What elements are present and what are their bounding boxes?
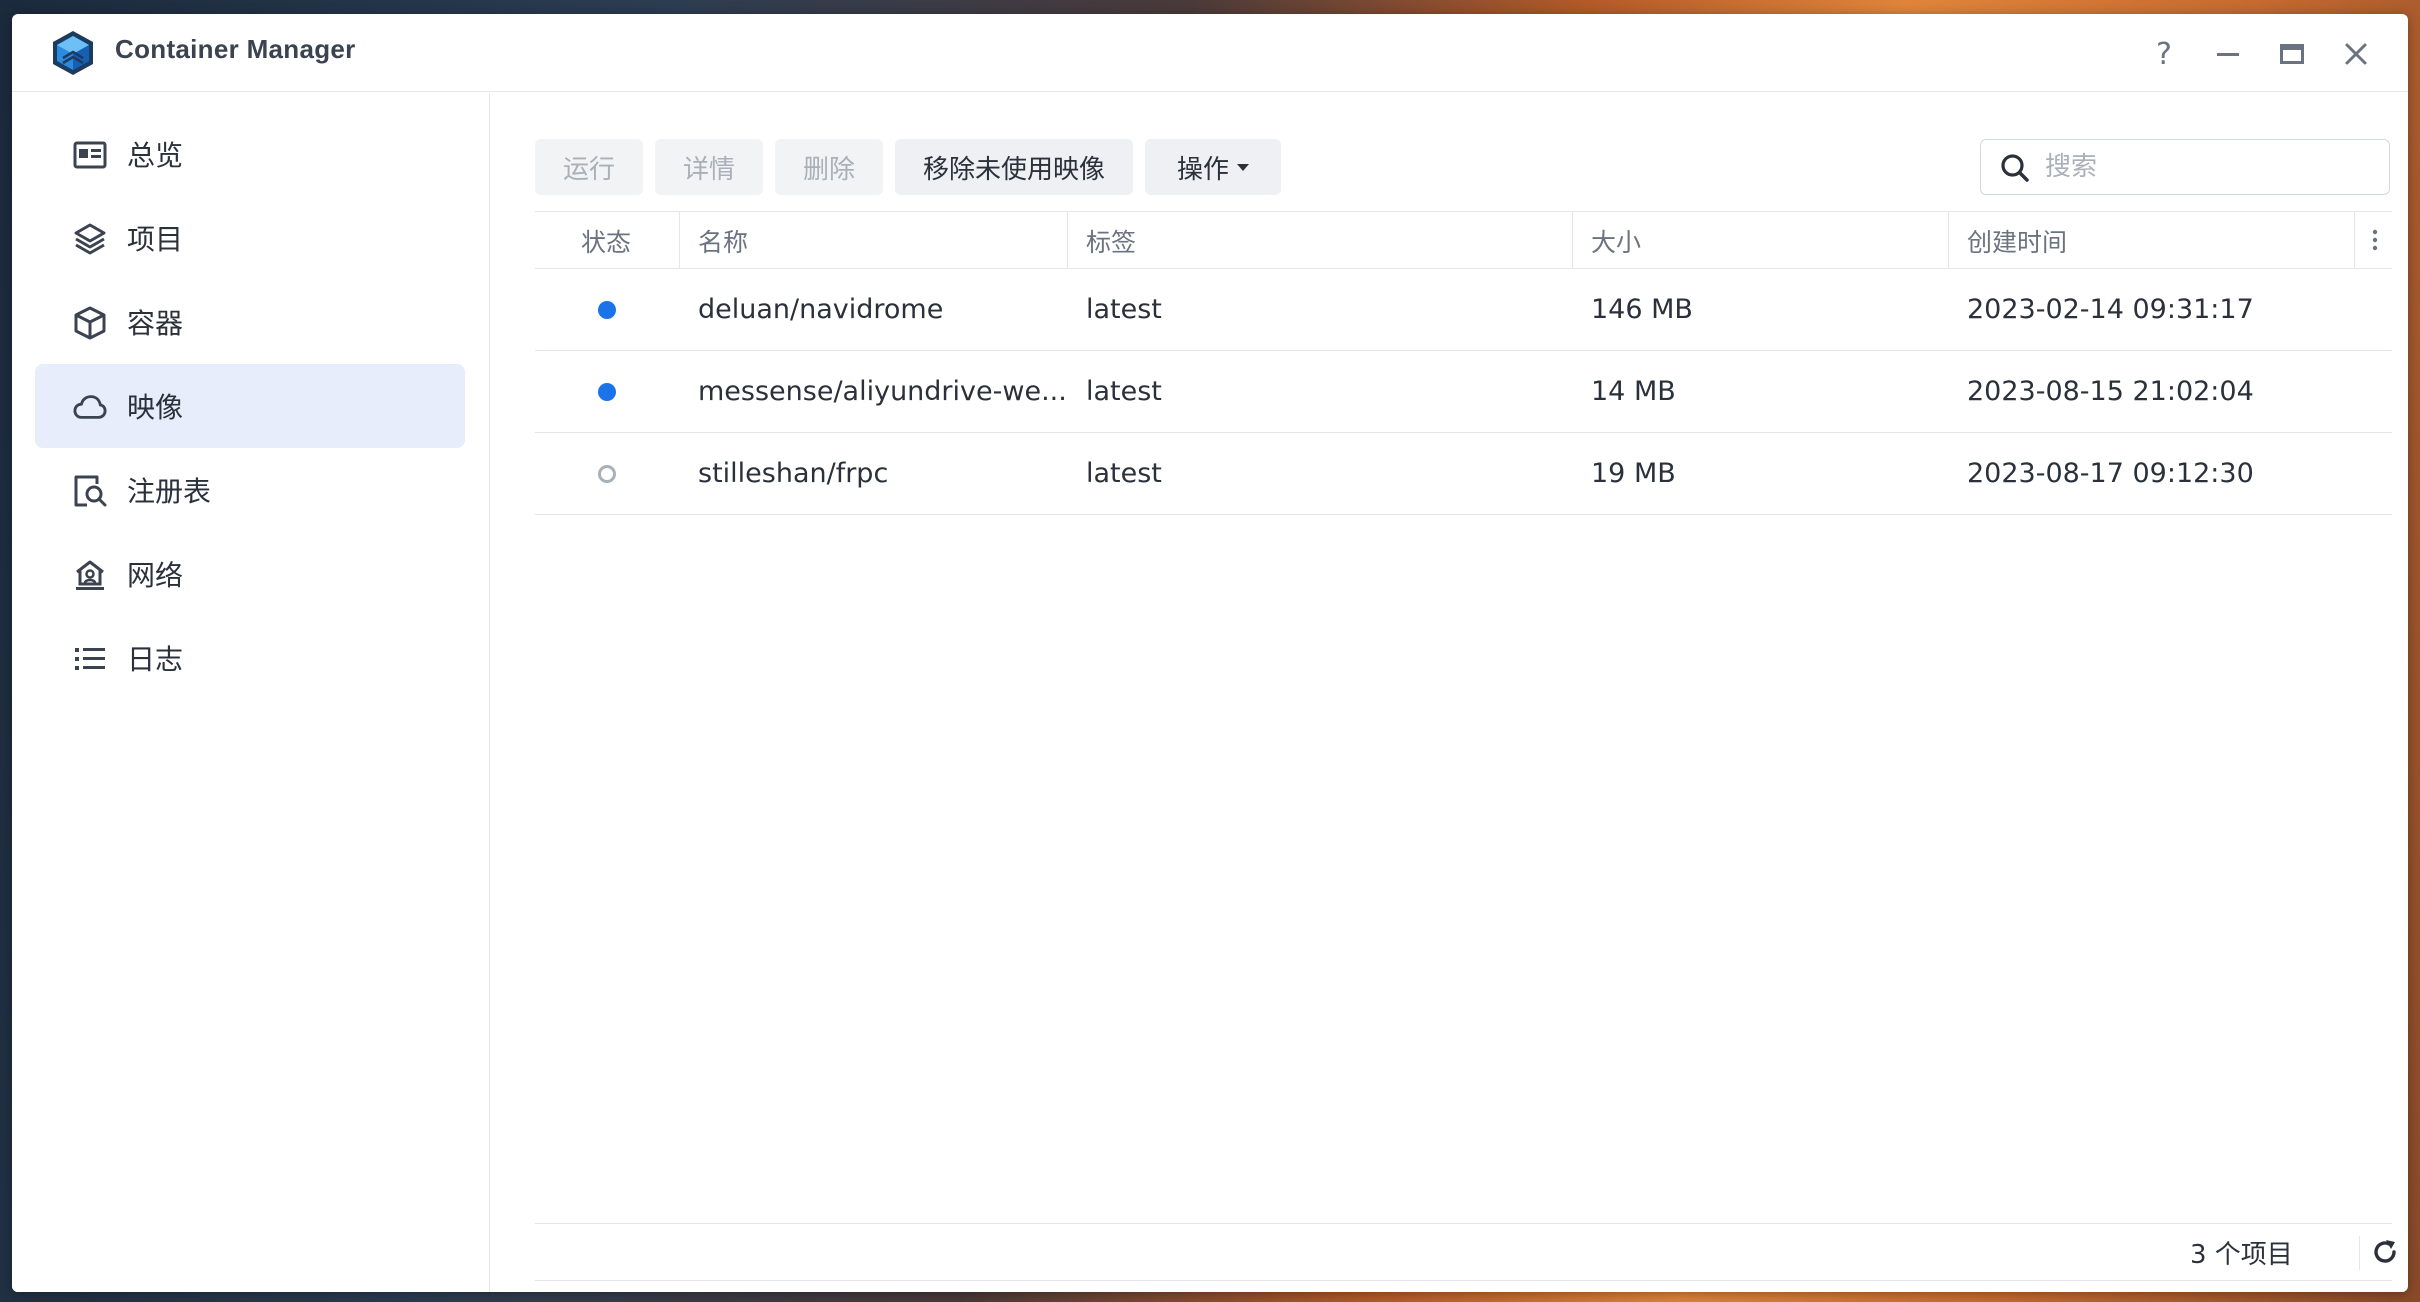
table-row[interactable]: messense/aliyundrive-we... latest 14 MB … <box>535 351 2392 433</box>
column-header-status[interactable]: 状态 <box>581 212 631 269</box>
status-running-icon <box>598 301 616 319</box>
main-panel: 运行 详情 删除 移除未使用映像 操作 状态 名称 标签 大小 创建时间 <box>491 93 2408 1292</box>
sidebar-item-logs[interactable]: 日志 <box>35 616 465 700</box>
delete-button[interactable]: 删除 <box>775 139 883 195</box>
sidebar-item-registry[interactable]: 注册表 <box>35 448 465 532</box>
container-manager-logo-icon <box>53 31 93 75</box>
image-created: 2023-02-14 09:31:17 <box>1967 294 2254 325</box>
image-tag: latest <box>1086 376 1162 407</box>
image-size: 19 MB <box>1591 458 1676 489</box>
search-box[interactable] <box>1980 139 2390 195</box>
window-title: Container Manager <box>115 34 356 64</box>
image-created: 2023-08-15 21:02:04 <box>1967 376 2254 407</box>
table-row[interactable]: stilleshan/frpc latest 19 MB 2023-08-17 … <box>535 433 2392 515</box>
action-dropdown-button[interactable]: 操作 <box>1145 139 1281 195</box>
sidebar-item-label: 注册表 <box>127 475 212 508</box>
refresh-button[interactable] <box>2367 1234 2403 1270</box>
remove-unused-images-button[interactable]: 移除未使用映像 <box>895 139 1133 195</box>
image-name: messense/aliyundrive-we... <box>698 376 1067 407</box>
column-header-name[interactable]: 名称 <box>698 212 748 269</box>
image-name: deluan/navidrome <box>698 294 944 325</box>
run-button[interactable]: 运行 <box>535 139 643 195</box>
cube-icon <box>73 306 107 340</box>
list-icon <box>73 642 107 676</box>
sidebar-item-label: 容器 <box>127 307 184 340</box>
image-name: stilleshan/frpc <box>698 458 889 489</box>
table-footer: 3 个项目 <box>535 1223 2396 1281</box>
column-divider[interactable] <box>1067 212 1068 269</box>
search-icon <box>2001 154 2029 182</box>
maximize-icon <box>2280 44 2304 64</box>
more-vertical-icon <box>2372 229 2378 251</box>
column-options-button[interactable] <box>2361 224 2389 256</box>
table-header: 状态 名称 标签 大小 创建时间 <box>535 211 2392 269</box>
sidebar: 总览 项目 容器 映像 注册表 网络 日志 <box>12 93 490 1292</box>
image-tag: latest <box>1086 294 1162 325</box>
help-icon: ? <box>2156 36 2172 72</box>
sidebar-item-label: 日志 <box>127 643 184 676</box>
layers-icon <box>73 222 107 256</box>
title-bar[interactable]: Container Manager ? <box>12 14 2408 92</box>
sidebar-item-label: 项目 <box>127 223 184 256</box>
column-header-created[interactable]: 创建时间 <box>1967 212 2067 269</box>
sidebar-item-label: 映像 <box>127 391 184 424</box>
minimize-icon <box>2217 53 2239 56</box>
sidebar-item-label: 总览 <box>127 139 184 172</box>
sidebar-item-containers[interactable]: 容器 <box>35 280 465 364</box>
sidebar-item-label: 网络 <box>127 559 184 592</box>
sidebar-item-network[interactable]: 网络 <box>35 532 465 616</box>
table-row[interactable]: deluan/navidrome latest 146 MB 2023-02-1… <box>535 269 2392 351</box>
sidebar-item-images[interactable]: 映像 <box>35 364 465 448</box>
refresh-icon <box>2374 1240 2396 1263</box>
status-stopped-icon <box>598 465 616 483</box>
maximize-button[interactable] <box>2270 32 2314 76</box>
image-created: 2023-08-17 09:12:30 <box>1967 458 2254 489</box>
overview-icon <box>73 138 107 172</box>
action-button-label: 操作 <box>1176 154 1229 185</box>
column-divider[interactable] <box>679 212 680 269</box>
sidebar-item-overview[interactable]: 总览 <box>35 112 465 196</box>
caret-down-icon <box>1237 163 1249 171</box>
registry-search-icon <box>73 474 107 508</box>
sidebar-item-projects[interactable]: 项目 <box>35 196 465 280</box>
footer-divider <box>2359 1236 2360 1270</box>
column-header-tag[interactable]: 标签 <box>1086 212 1136 269</box>
item-count: 3 个项目 <box>2190 1240 2293 1270</box>
image-size: 146 MB <box>1591 294 1693 325</box>
help-button[interactable]: ? <box>2142 32 2186 76</box>
status-running-icon <box>598 383 616 401</box>
minimize-button[interactable] <box>2206 32 2250 76</box>
cloud-icon <box>73 390 107 424</box>
details-button[interactable]: 详情 <box>655 139 763 195</box>
network-icon <box>73 558 107 592</box>
column-divider[interactable] <box>1572 212 1573 269</box>
app-window: Container Manager ? 总览 项目 容器 映像 注册表 网络 日… <box>12 14 2408 1292</box>
close-button[interactable] <box>2334 32 2378 76</box>
column-divider[interactable] <box>2354 212 2355 269</box>
search-input[interactable] <box>2045 148 2375 186</box>
column-divider[interactable] <box>1948 212 1949 269</box>
close-icon <box>2345 43 2367 65</box>
image-size: 14 MB <box>1591 376 1676 407</box>
image-tag: latest <box>1086 458 1162 489</box>
column-header-size[interactable]: 大小 <box>1591 212 1641 269</box>
